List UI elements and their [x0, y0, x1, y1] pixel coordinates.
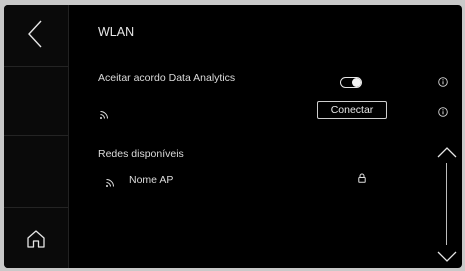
chevron-up-icon[interactable] [437, 146, 457, 158]
left-rail [4, 5, 69, 268]
analytics-label: Aceitar acordo Data Analytics [98, 72, 236, 84]
home-button[interactable] [4, 208, 68, 268]
back-button[interactable] [4, 5, 68, 67]
networks-section-label: Redes disponíveis [98, 148, 184, 160]
info-icon[interactable] [438, 77, 448, 87]
lock-icon [358, 173, 366, 183]
wifi-icon [100, 111, 108, 119]
screen: WLAN Aceitar acordo Data Analytics Conec… [4, 5, 462, 268]
rail-slot [4, 67, 68, 136]
analytics-toggle[interactable] [340, 77, 362, 88]
network-item-name[interactable]: Nome AP [129, 174, 173, 186]
scrollbar-track[interactable] [446, 163, 447, 245]
chevron-down-icon[interactable] [437, 251, 457, 263]
home-icon [27, 230, 45, 248]
wifi-icon [106, 179, 114, 187]
toggle-knob [352, 78, 361, 87]
rail-slot [4, 136, 68, 208]
connect-button[interactable]: Conectar [317, 101, 387, 119]
chevron-left-icon [28, 20, 42, 48]
page-title: WLAN [98, 25, 135, 39]
info-icon[interactable] [438, 107, 448, 117]
